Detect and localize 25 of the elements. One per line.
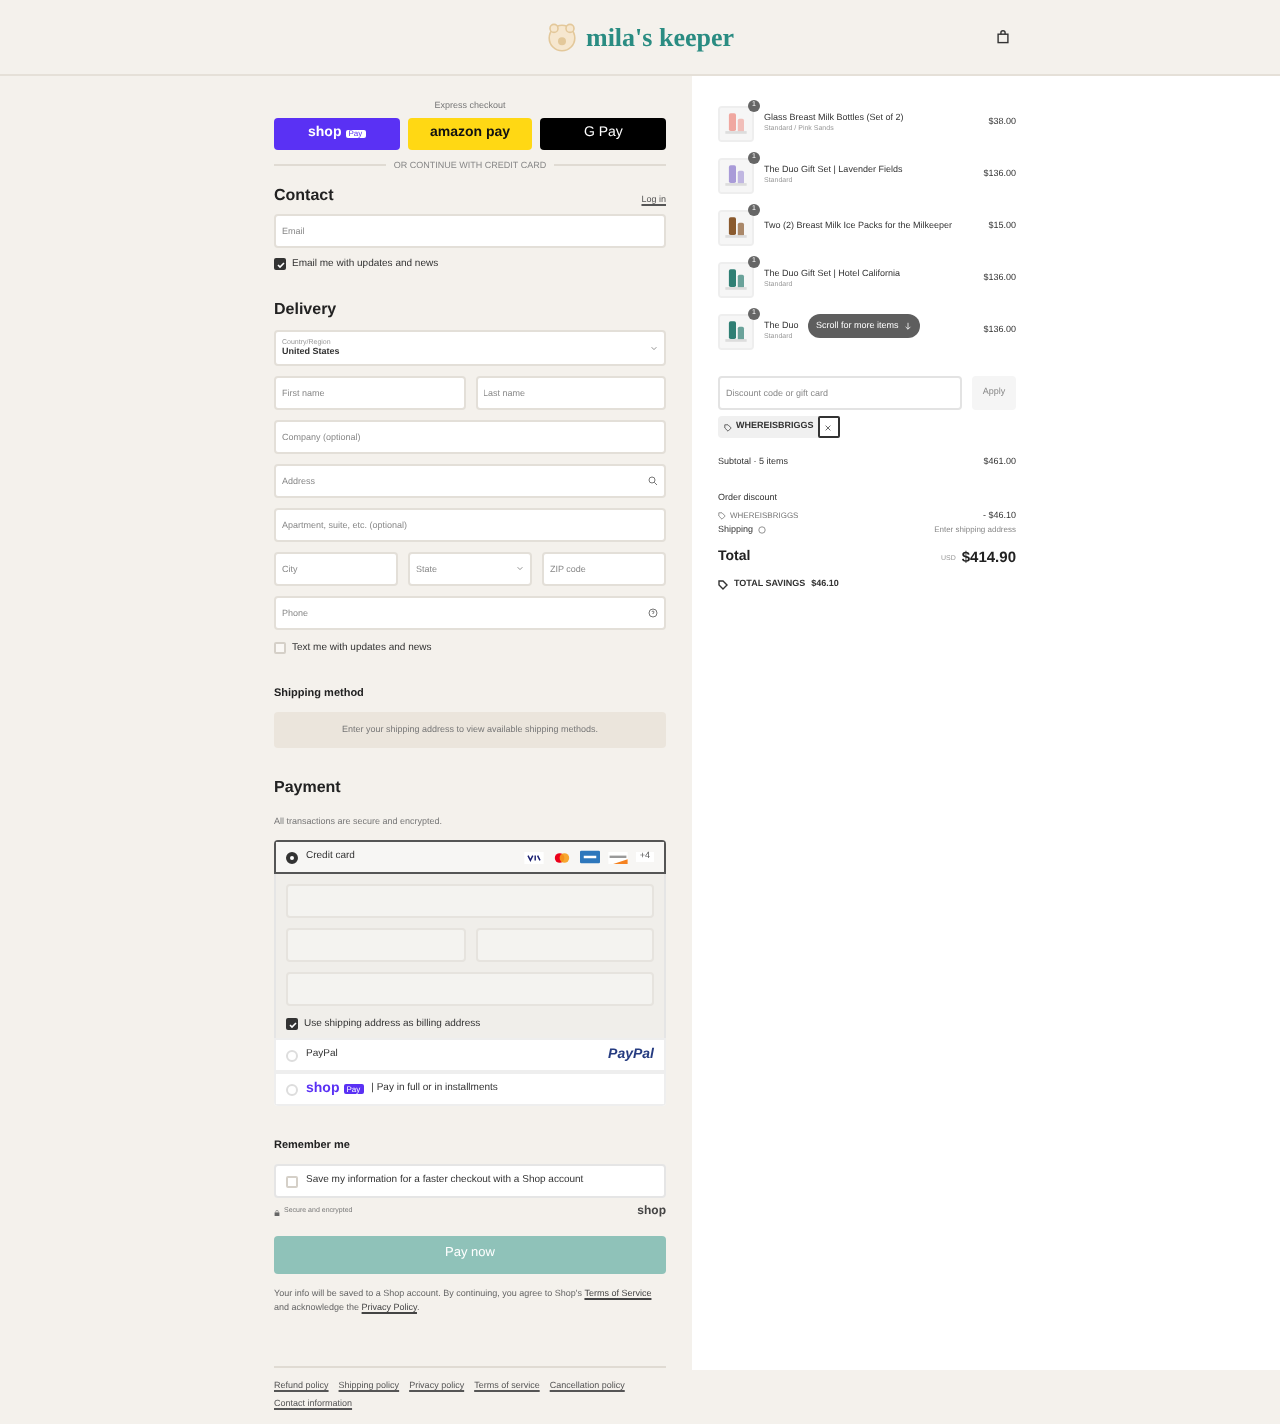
section-heading: Delivery — [274, 300, 337, 318]
section-heading: Payment — [274, 778, 341, 796]
help-icon — [757, 526, 766, 535]
shopping-bag-icon[interactable] — [996, 30, 1010, 44]
brand-logo: mila's keeper — [585, 24, 734, 50]
chevron-down-icon — [650, 344, 658, 352]
bear-logo-icon — [545, 21, 578, 53]
visa-card-icon — [523, 851, 544, 863]
lock-icon — [274, 1209, 280, 1215]
tag-icon — [724, 423, 732, 431]
radio-button[interactable] — [286, 851, 298, 863]
arrow-down-icon — [904, 322, 913, 330]
chevron-down-icon — [516, 564, 524, 572]
search-icon — [648, 476, 658, 486]
close-icon — [824, 423, 833, 431]
tag-icon — [718, 511, 726, 520]
checkbox[interactable] — [274, 642, 286, 654]
section-heading: Contact — [274, 188, 334, 204]
discover-card-icon — [607, 851, 628, 863]
tag-icon — [718, 580, 728, 590]
help-icon — [648, 608, 658, 618]
mastercard-icon — [551, 851, 572, 863]
amex-card-icon — [579, 850, 600, 864]
remove-button[interactable] — [817, 416, 840, 438]
checkbox[interactable] — [286, 1175, 298, 1187]
